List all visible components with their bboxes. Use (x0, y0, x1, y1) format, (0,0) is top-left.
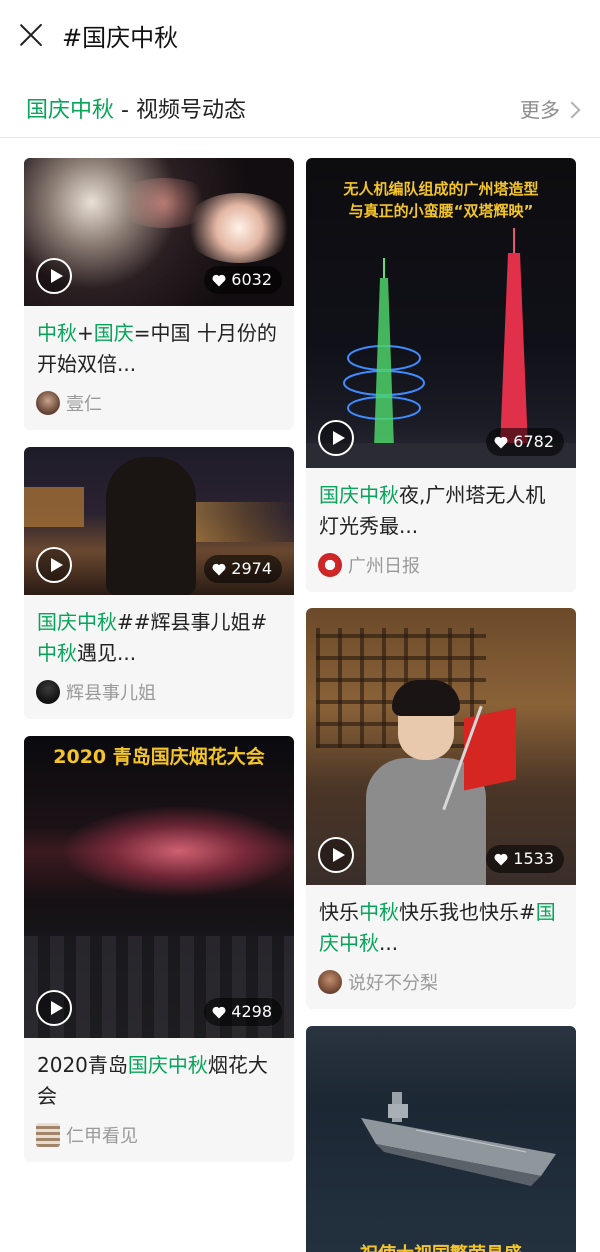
flag (464, 707, 516, 791)
like-count-badge: 4298 (204, 998, 282, 1026)
like-count-badge: 6782 (486, 428, 564, 456)
author-name[interactable]: 壹仁 (66, 390, 102, 416)
more-button[interactable]: 更多 (520, 94, 581, 123)
thumbnail-caption: 祝使大视国繁荣昌盛 (306, 1240, 576, 1252)
section-title-rest: - 视频号动态 (114, 98, 246, 123)
play-icon[interactable] (36, 547, 72, 583)
video-thumbnail[interactable]: 2020 青岛国庆烟花大会 4298 (24, 736, 294, 1038)
title-text: 2020青岛 (37, 1053, 128, 1077)
heart-icon (212, 563, 226, 575)
video-thumbnail[interactable]: 2974 (24, 447, 294, 595)
author-row[interactable]: 辉县事儿姐 (24, 669, 294, 719)
top-bar: #国庆中秋 (0, 0, 600, 70)
author-row[interactable]: 广州日报 (306, 542, 576, 592)
title-text: 快乐我也快乐# (399, 900, 536, 924)
person-hair (392, 680, 460, 716)
author-name[interactable]: 辉县事儿姐 (66, 679, 156, 705)
firework-glow (114, 178, 214, 228)
like-count-badge: 6032 (204, 266, 282, 294)
play-icon[interactable] (36, 258, 72, 294)
like-count: 6782 (513, 432, 554, 451)
search-title: #国庆中秋 (62, 24, 179, 52)
hashtag-keyword[interactable]: 中秋 (37, 321, 77, 345)
hashtag-keyword[interactable]: 国庆中秋 (319, 483, 399, 507)
video-card[interactable]: 6032 中秋+国庆=中国 十月份的开始双倍... 壹仁 (24, 158, 294, 430)
avatar[interactable] (318, 553, 342, 577)
heart-icon (494, 853, 508, 865)
video-card[interactable]: 2974 国庆中秋##辉县事儿姐# 中秋遇见... 辉县事儿姐 (24, 447, 294, 719)
thumbnail-caption: 2020 青岛国庆烟花大会 (53, 746, 265, 768)
card-title[interactable]: 快乐中秋快乐我也快乐#国庆中秋... (306, 885, 576, 959)
play-icon[interactable] (318, 420, 354, 456)
like-count: 2974 (231, 559, 272, 578)
video-thumbnail[interactable]: 6032 (24, 158, 294, 306)
avatar[interactable] (36, 680, 60, 704)
title-text: ##辉县事儿姐# (117, 610, 268, 634)
like-count: 4298 (231, 1002, 272, 1021)
avatar[interactable] (36, 391, 60, 415)
hashtag-keyword[interactable]: 国庆中秋 (128, 1053, 208, 1077)
firework-glow (64, 806, 294, 896)
video-thumbnail[interactable]: 无人机编队组成的广州塔造型 与真正的小蛮腰“双塔辉映” 6782 (306, 158, 576, 468)
section-title: 国庆中秋 - 视频号动态 (26, 92, 246, 124)
title-text: 遇见... (77, 641, 137, 665)
title-text: 快乐 (319, 900, 359, 924)
title-text: + (77, 321, 94, 345)
section-header: 国庆中秋 - 视频号动态 更多 (0, 80, 600, 138)
like-count-badge: 1533 (486, 845, 564, 873)
play-icon[interactable] (36, 990, 72, 1026)
hashtag-keyword[interactable]: 国庆中秋 (37, 610, 117, 634)
more-label: 更多 (520, 98, 560, 122)
like-count: 1533 (513, 849, 554, 868)
author-row[interactable]: 仁甲看见 (24, 1112, 294, 1162)
play-icon[interactable] (318, 837, 354, 873)
building-lights (24, 487, 84, 527)
video-card[interactable]: 祝使大视国繁荣昌盛 (306, 1026, 576, 1252)
avatar[interactable] (318, 970, 342, 994)
card-title[interactable]: 中秋+国庆=中国 十月份的开始双倍... (24, 306, 294, 380)
like-count: 6032 (231, 270, 272, 289)
person-silhouette (106, 457, 196, 595)
hashtag-keyword[interactable]: 中秋 (37, 641, 77, 665)
avatar[interactable] (36, 1123, 60, 1147)
author-row[interactable]: 说好不分梨 (306, 959, 576, 1009)
card-title[interactable]: 国庆中秋##辉县事儿姐# 中秋遇见... (24, 595, 294, 669)
video-card[interactable]: 2020 青岛国庆烟花大会 4298 2020青岛国庆中秋烟花大会 仁甲看见 (24, 736, 294, 1162)
video-thumbnail[interactable]: 1533 (306, 608, 576, 885)
towers-illustration (306, 228, 576, 468)
heart-icon (212, 1006, 226, 1018)
author-name[interactable]: 仁甲看见 (66, 1122, 138, 1148)
like-count-badge: 2974 (204, 555, 282, 583)
heart-icon (212, 274, 226, 286)
video-thumbnail[interactable]: 祝使大视国繁荣昌盛 (306, 1026, 576, 1252)
video-card[interactable]: 无人机编队组成的广州塔造型 与真正的小蛮腰“双塔辉映” 6782 国庆中秋夜,广… (306, 158, 576, 592)
author-row[interactable]: 壹仁 (24, 380, 294, 430)
video-card[interactable]: 1533 快乐中秋快乐我也快乐#国庆中秋... 说好不分梨 (306, 608, 576, 1009)
chevron-right-icon (563, 101, 581, 119)
card-title[interactable]: 国庆中秋夜,广州塔无人机灯光秀最... (306, 468, 576, 542)
author-name[interactable]: 广州日报 (348, 552, 420, 578)
card-title[interactable]: 2020青岛国庆中秋烟花大会 (24, 1038, 294, 1112)
carrier-illustration (361, 1092, 556, 1186)
section-title-keyword: 国庆中秋 (26, 98, 115, 123)
author-name[interactable]: 说好不分梨 (348, 969, 438, 995)
close-icon[interactable] (18, 22, 44, 48)
hashtag-keyword[interactable]: 中秋 (359, 900, 399, 924)
title-text: ... (379, 931, 399, 955)
hashtag-keyword[interactable]: 国庆 (94, 321, 134, 345)
heart-icon (494, 436, 508, 448)
